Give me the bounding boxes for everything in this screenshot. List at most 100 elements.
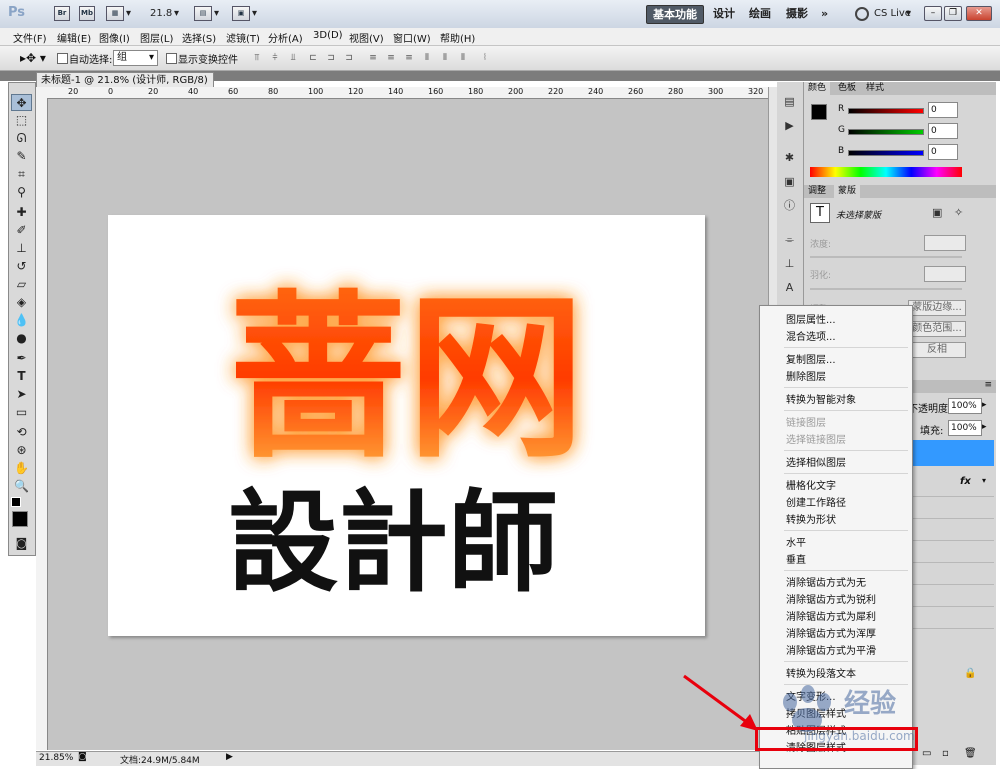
hand-tool-icon[interactable]: ✋ — [11, 460, 32, 477]
distribute-hcenter-icon[interactable]: ⦀ — [438, 52, 452, 64]
shape-tool-icon[interactable]: ▭ — [11, 404, 32, 421]
menu-help[interactable]: 帮助(H) — [440, 30, 475, 45]
layer-effects-icon[interactable]: fx — [960, 476, 971, 487]
quick-select-tool-icon[interactable]: ✎ — [11, 148, 32, 165]
tab-swatches[interactable]: 色板 — [834, 82, 860, 95]
menu-window[interactable]: 窗口(W) — [393, 30, 431, 45]
density-input[interactable] — [924, 235, 966, 251]
move-tool-preset-icon[interactable]: ▸✥ ▾ — [20, 51, 46, 65]
workspace-painting[interactable]: 绘画 — [743, 5, 777, 22]
menu-image[interactable]: 图像(I) — [99, 30, 130, 45]
color-foreground-swatch[interactable] — [811, 104, 827, 120]
paint-bucket-tool-icon[interactable]: ◈ — [11, 294, 32, 311]
healing-brush-tool-icon[interactable]: ✚ — [11, 204, 32, 221]
clone-stamp-tool-icon[interactable]: ⊥ — [11, 240, 32, 257]
context-menu-item[interactable]: 消除锯齿方式为犀利 — [786, 608, 876, 623]
character-panel-icon[interactable]: A — [781, 280, 798, 295]
brush-tool-icon[interactable]: ✐ — [11, 222, 32, 239]
menu-3d[interactable]: 3D(D) — [313, 30, 343, 41]
context-menu-item[interactable]: 消除锯齿方式为浑厚 — [786, 625, 876, 640]
document-canvas[interactable]: 蔷网 設計師 — [108, 215, 705, 636]
document-tab[interactable]: 未标题-1 @ 21.8% (设计师, RGB/8) * ✕ — [36, 72, 214, 101]
context-menu-item[interactable]: 消除锯齿方式为锐利 — [786, 591, 876, 606]
navigator-panel-icon[interactable]: ✱ — [781, 150, 798, 165]
new-group-icon[interactable]: ▭ — [922, 748, 931, 759]
distribute-left-icon[interactable]: ⦀ — [420, 52, 434, 64]
3d-orbit-tool-icon[interactable]: ⊛ — [11, 442, 32, 459]
tab-color[interactable]: 颜色 — [804, 82, 831, 95]
channel-r-slider[interactable] — [848, 108, 924, 114]
context-menu-item[interactable]: 图层属性... — [786, 311, 836, 326]
histogram-panel-icon[interactable]: ▣ — [781, 174, 798, 189]
minimize-icon[interactable]: – — [924, 6, 942, 21]
type-tool-icon[interactable]: T — [11, 368, 32, 385]
mini-bridge-icon[interactable]: Mb — [79, 6, 95, 21]
tab-masks[interactable]: 蒙版 — [834, 185, 861, 198]
context-menu-item[interactable]: 水平 — [786, 534, 806, 549]
channel-g-input[interactable]: 0 — [928, 123, 958, 139]
dodge-tool-icon[interactable]: ● — [11, 330, 32, 347]
color-range-button[interactable]: 颜色范围... — [908, 321, 966, 337]
channel-b-slider[interactable] — [848, 150, 924, 156]
tab-adjustments[interactable]: 调整 — [804, 185, 830, 198]
clone-source-panel-icon[interactable]: ⊥ — [781, 256, 798, 271]
channel-r-input[interactable]: 0 — [928, 102, 958, 118]
menu-layer[interactable]: 图层(L) — [140, 30, 173, 45]
pixel-mask-icon[interactable]: ▣ — [932, 206, 942, 219]
menu-filter[interactable]: 滤镜(T) — [226, 30, 260, 45]
distribute-right-icon[interactable]: ⦀ — [456, 52, 470, 64]
marquee-tool-icon[interactable]: ⬚ — [11, 112, 32, 129]
context-menu-item[interactable]: 转换为形状 — [786, 511, 836, 526]
more-workspaces-icon[interactable]: » — [815, 5, 834, 22]
context-menu-item[interactable]: 栅格化文字 — [786, 477, 836, 492]
context-menu-item[interactable]: 转换为智能对象 — [786, 391, 856, 406]
menu-analysis[interactable]: 分析(A) — [268, 30, 303, 45]
history-brush-tool-icon[interactable]: ↺ — [11, 258, 32, 275]
zoom-dropdown-icon[interactable]: ▾ — [174, 8, 179, 19]
workspace-design[interactable]: 设计 — [707, 5, 741, 22]
zoom-level[interactable]: 21.8 — [150, 8, 172, 19]
pen-tool-icon[interactable]: ✒ — [11, 350, 32, 367]
history-panel-icon[interactable]: ▤ — [781, 94, 798, 109]
feather-input[interactable] — [924, 266, 966, 282]
density-slider[interactable] — [810, 256, 962, 258]
feather-slider[interactable] — [810, 288, 962, 290]
info-panel-icon[interactable]: ⓘ — [781, 198, 798, 213]
view-extras-icon[interactable]: ▦ — [106, 6, 124, 21]
align-right-icon[interactable]: ⊐ — [342, 52, 356, 64]
foreground-color-swatch[interactable] — [12, 511, 28, 527]
crop-tool-icon[interactable]: ⌗ — [11, 166, 32, 183]
opacity-input[interactable]: 100% — [948, 398, 982, 414]
menu-select[interactable]: 选择(S) — [182, 30, 216, 45]
context-menu-item[interactable]: 创建工作路径 — [786, 494, 846, 509]
panel-menu-icon[interactable]: ≡ — [984, 380, 992, 390]
align-vcenter-icon[interactable]: ⫩ — [268, 52, 282, 64]
status-menu-arrow-icon[interactable]: ▶ — [226, 752, 233, 762]
workspace-essentials[interactable]: 基本功能 — [646, 5, 704, 24]
screen-mode-icon[interactable]: ▣ — [232, 6, 250, 21]
status-info-icon[interactable]: ◙ — [78, 752, 87, 762]
context-menu-item[interactable]: 混合选项... — [786, 328, 836, 343]
chevron-right-icon[interactable]: ▸ — [982, 400, 987, 410]
distribute-vcenter-icon[interactable]: ≡ — [384, 52, 398, 64]
context-menu-item[interactable]: 删除图层 — [786, 368, 826, 383]
bridge-icon[interactable]: Br — [54, 6, 70, 21]
distribute-bottom-icon[interactable]: ≡ — [402, 52, 416, 64]
menu-file[interactable]: 文件(F) — [13, 30, 47, 45]
delete-layer-icon[interactable]: 🗑 — [964, 748, 977, 759]
close-icon[interactable]: ✕ — [966, 6, 992, 21]
mask-edge-button[interactable]: 蒙版边缘... — [908, 300, 966, 316]
align-top-icon[interactable]: ⫪ — [250, 52, 264, 64]
fill-input[interactable]: 100% — [948, 420, 982, 436]
quick-mask-icon[interactable]: ◙ — [11, 535, 32, 552]
invert-button[interactable]: 反相 — [908, 342, 966, 358]
zoom-status[interactable]: 21.85% — [39, 753, 73, 763]
selected-layer-row[interactable] — [912, 440, 994, 466]
restore-icon[interactable]: ❐ — [944, 6, 962, 21]
align-bottom-icon[interactable]: ⫫ — [286, 52, 300, 64]
tab-styles[interactable]: 样式 — [862, 82, 888, 95]
vector-mask-icon[interactable]: ✧ — [954, 206, 963, 219]
3d-rotate-tool-icon[interactable]: ⟲ — [11, 424, 32, 441]
context-menu-item[interactable]: 选择相似图层 — [786, 454, 846, 469]
channel-b-input[interactable]: 0 — [928, 144, 958, 160]
